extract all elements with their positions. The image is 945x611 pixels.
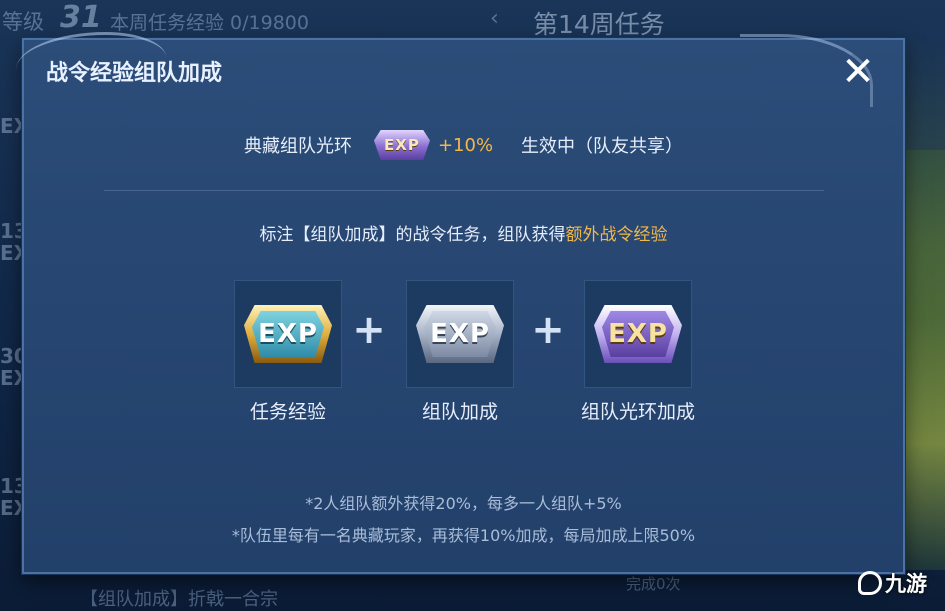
- level-label: 等级: [2, 10, 44, 34]
- watermark: 九游: [858, 568, 927, 598]
- watermark-text: 九游: [885, 572, 927, 596]
- back-arrow-icon[interactable]: ‹: [490, 6, 499, 31]
- weekly-exp-text: 本周任务经验 0/19800: [110, 12, 309, 34]
- aura-label: 典藏组队光环: [243, 136, 352, 157]
- card-label: 组队加成: [421, 401, 498, 423]
- divider: [104, 190, 824, 191]
- level-value: 31: [60, 0, 102, 35]
- jiuyou-logo-icon: [858, 571, 882, 595]
- background-top-bar: 等级 31 本周任务经验 0/19800 ‹ 第14周任务: [0, 0, 945, 40]
- exp-purple-small-icon: EXP: [373, 130, 430, 160]
- plus-icon: +: [531, 307, 565, 353]
- note-line: *2人组队额外获得20%，每多一人组队+5%: [305, 494, 622, 513]
- side-badge: 13 EX: [0, 474, 30, 520]
- bottom-task-tag: 【组队加成】折戟一合宗: [80, 589, 278, 610]
- note-line: *队伍里每有一名典藏玩家，再获得10%加成，每局加成上限50%: [231, 526, 696, 545]
- exp-gold-icon: EXP: [244, 305, 332, 363]
- character-art: [905, 150, 945, 570]
- side-badge: 30 EX: [0, 344, 30, 390]
- plus-icon: +: [352, 307, 386, 353]
- exp-silver-icon: EXP: [416, 305, 504, 363]
- exp-card-task: EXP: [234, 280, 342, 388]
- card-label: 任务经验: [249, 401, 326, 423]
- description-text: 标注【组队加成】的战令任务，组队获得: [259, 225, 566, 245]
- aura-bonus: +10%: [437, 134, 494, 156]
- bottom-done-count: 完成0次: [626, 575, 681, 593]
- exp-purple-icon: EXP: [594, 305, 682, 363]
- aura-status: 生效中（队友共享）: [521, 136, 684, 157]
- dialog-title: 战令经验组队加成: [46, 61, 223, 86]
- exp-card-team: EXP: [406, 280, 514, 388]
- exp-card-aura: EXP: [584, 280, 692, 388]
- side-badge: EX: [0, 114, 30, 138]
- close-icon: ✕: [841, 49, 875, 95]
- team-bonus-dialog: 战令经验组队加成 ✕ 典藏组队光环 EXP +10% 生效中（队友共享） 标注【…: [16, 32, 905, 574]
- description-highlight: 额外战令经验: [565, 225, 668, 245]
- card-label: 组队光环加成: [580, 401, 695, 423]
- bonus-description: 标注【组队加成】的战令任务，组队获得额外战令经验: [24, 220, 903, 245]
- week-title: 第14周任务: [533, 10, 665, 39]
- aura-row: 典藏组队光环 EXP +10% 生效中（队友共享）: [24, 130, 903, 160]
- side-badge: 13 EX: [0, 219, 30, 265]
- close-button[interactable]: ✕: [836, 52, 880, 92]
